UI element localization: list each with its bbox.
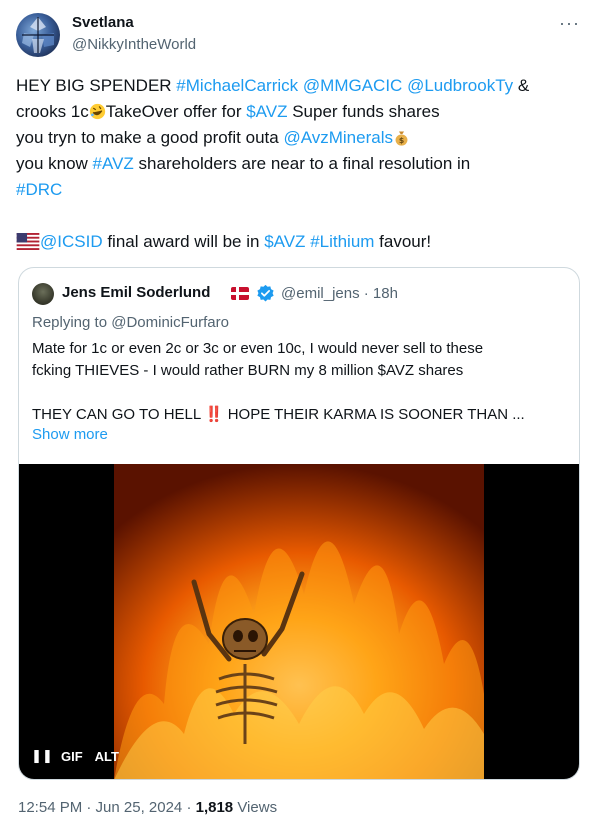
author-handle[interactable]: @NikkyIntheWorld — [72, 36, 196, 53]
tweet-text-segment: HEY BIG SPENDER — [16, 76, 177, 95]
money-bag-emoji-icon: $ — [395, 131, 408, 146]
tweet-text-segment: TakeOver offer for — [105, 102, 247, 121]
pause-button[interactable]: ❚❚ — [31, 745, 53, 767]
mention-icsid-link[interactable]: @ICSID — [40, 232, 103, 251]
cashtag-avz-link[interactable]: $AVZ — [246, 102, 287, 121]
tweet-timestamp[interactable]: 12:54 PM · Jun 25, 2024 · — [18, 799, 196, 816]
gif-controls: ❚❚ GIF ALT — [31, 745, 123, 767]
tweet-line-5: #DRC — [16, 177, 586, 203]
tweet-line-2: crooks 1c TakeOver offer for $AVZ Super f… — [16, 99, 586, 125]
show-more-link[interactable]: Show more — [32, 426, 108, 443]
us-flag-emoji-icon — [16, 233, 40, 250]
skeleton-in-flames-icon — [114, 464, 484, 779]
quoted-text-segment: HOPE THEIR KARMA IS SOONER THAN ... — [223, 406, 525, 423]
mention-avzminerals-link[interactable]: @AvzMinerals — [283, 128, 393, 147]
quoted-line-3: THEY CAN GO TO HELL ‼️ HOPE THEIR KARMA … — [32, 404, 572, 426]
quoted-text-segment: THEY CAN GO TO HELL — [32, 406, 205, 423]
tweet-text-segment: Super funds shares — [287, 102, 440, 121]
tweet-meta: 12:54 PM · Jun 25, 2024 · 1,818 Views — [18, 799, 277, 816]
tweet-text-segment: you know — [16, 154, 93, 173]
tweet-line-3: you tryn to make a good profit outa @Avz… — [16, 125, 586, 151]
author-name[interactable]: Svetlana — [72, 14, 134, 31]
alt-text-button[interactable]: ALT — [91, 745, 123, 767]
hashtag-lithium-link[interactable]: #Lithium — [310, 232, 374, 251]
hashtag-michaelcarrick-link[interactable]: #MichaelCarrick — [176, 76, 298, 95]
quoted-tweet-text: Mate for 1c or even 2c or 3c or even 10c… — [32, 338, 572, 426]
denmark-flag-icon — [231, 287, 249, 300]
quoted-line-1: Mate for 1c or even 2c or 3c or even 10c… — [32, 340, 484, 357]
quoted-author-name[interactable]: Jens Emil Soderlund — [62, 284, 210, 301]
tweet-text: HEY BIG SPENDER #MichaelCarrick @MMGACIC… — [16, 73, 586, 255]
double-exclamation-emoji: ‼️ — [204, 406, 224, 423]
quoted-line-2: fcking THIEVES - I would rather BURN my … — [32, 362, 464, 379]
tweet-text-segment: you tryn to make a good profit outa — [16, 128, 284, 147]
svg-text:$: $ — [399, 136, 404, 145]
hashtag-drc-link[interactable]: #DRC — [16, 180, 62, 199]
rolling-on-floor-laughing-emoji-icon — [89, 103, 105, 120]
views-label: Views — [233, 799, 278, 816]
gif-badge: GIF — [61, 748, 83, 764]
mention-ludbrookty-link[interactable]: @LudbrookTy — [407, 76, 513, 95]
author-avatar[interactable] — [16, 13, 60, 57]
tweet-line-6: @ICSID final award will be in $AVZ #Lith… — [16, 229, 586, 255]
quoted-author-avatar[interactable] — [32, 283, 54, 305]
stained-glass-avatar-icon — [22, 17, 54, 53]
mention-mmgacic-link[interactable]: @MMGACIC — [303, 76, 402, 95]
cashtag-avz-link-2[interactable]: $AVZ — [264, 232, 305, 251]
tweet-line-1: HEY BIG SPENDER #MichaelCarrick @MMGACIC… — [16, 73, 586, 99]
verified-badge-icon — [257, 284, 274, 302]
tweet-text-segment: final award will be in — [102, 232, 265, 251]
views-count: 1,818 — [195, 799, 234, 816]
tweet-text-segment: & — [513, 76, 530, 95]
tweet-text-segment: favour! — [374, 232, 432, 251]
quoted-blank-line — [32, 382, 572, 404]
hashtag-avz-link[interactable]: #AVZ — [93, 154, 134, 173]
tweet-text-segment: crooks 1c — [16, 102, 89, 121]
more-options-button[interactable]: ··· — [559, 13, 580, 34]
gif-media[interactable]: ❚❚ GIF ALT — [19, 464, 579, 779]
tweet-text-segment: shareholders are near to a final resolut… — [133, 154, 471, 173]
skeleton-in-flames-gif-image — [114, 464, 484, 779]
quoted-handle-time[interactable]: @emil_jens · 18h — [281, 285, 398, 302]
quoted-tweet-card[interactable]: Jens Emil Soderlund @emil_jens · 18h Rep… — [18, 267, 580, 780]
replying-to: Replying to @DominicFurfaro — [32, 314, 229, 331]
tweet-line-4: you know #AVZ shareholders are near to a… — [16, 151, 586, 177]
